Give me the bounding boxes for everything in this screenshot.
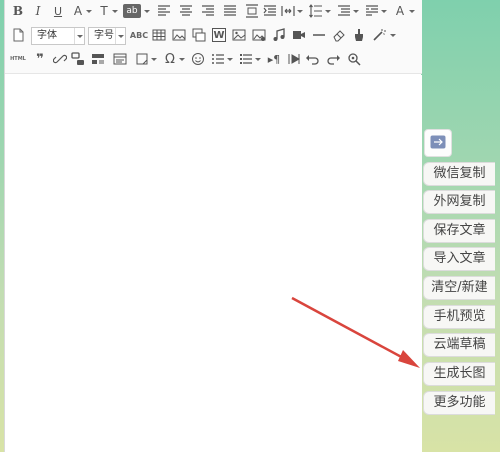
magic-wand-icon[interactable]	[372, 28, 386, 42]
indent-icon[interactable]	[263, 4, 277, 18]
editor-toolbar: B I U A T ab A 字体 字号 ABC W HTML ❞ Ω ▸¶	[5, 0, 422, 116]
video-icon[interactable]	[292, 28, 306, 42]
quote-icon[interactable]: ❞	[33, 52, 47, 67]
letter-spacing-icon[interactable]	[365, 4, 379, 18]
emoji-icon[interactable]	[191, 52, 205, 66]
bold-icon[interactable]: B	[11, 4, 25, 18]
link-icon[interactable]	[53, 52, 67, 66]
font-size-select[interactable]: 字号	[88, 27, 126, 45]
align-right-icon[interactable]	[201, 4, 215, 18]
paragraph-spacing-dropdown-caret[interactable]	[353, 10, 359, 13]
underline-icon[interactable]: U	[51, 4, 65, 18]
line-height-icon[interactable]	[309, 4, 323, 18]
unordered-list-icon[interactable]	[239, 52, 253, 66]
rich-text-editor: B I U A T ab A 字体 字号 ABC W HTML ❞ Ω ▸¶	[4, 0, 422, 452]
undo-icon[interactable]	[305, 52, 319, 66]
more-features-button[interactable]: 更多功能	[423, 391, 495, 415]
unlink-icon[interactable]	[71, 52, 85, 66]
frame-dropdown-caret[interactable]	[151, 58, 157, 61]
highlight-icon[interactable]: ab	[123, 4, 141, 18]
ordered-list-icon[interactable]	[211, 52, 225, 66]
generate-long-image-button[interactable]: 生成长图	[423, 362, 495, 386]
paragraph-mark-icon[interactable]: ▸¶	[267, 52, 281, 66]
format-brush-icon[interactable]	[352, 28, 366, 42]
music-icon[interactable]	[272, 28, 286, 42]
toolbar-row-3: HTML ❞ Ω ▸¶	[5, 48, 422, 116]
layout-icon[interactable]	[113, 52, 127, 66]
multi-image-icon[interactable]	[192, 28, 206, 42]
align-center-icon[interactable]	[179, 4, 193, 18]
search-replace-icon[interactable]	[347, 52, 361, 66]
mobile-preview-button[interactable]: 手机预览	[423, 305, 495, 329]
highlight-dropdown-caret[interactable]	[144, 10, 150, 13]
toolbar-row-2: 字体 字号 ABC W	[5, 24, 422, 48]
special-char-icon[interactable]: Ω	[163, 52, 177, 67]
save-article-button[interactable]: 保存文章	[423, 219, 495, 243]
spellcheck-icon[interactable]: ABC	[130, 28, 148, 42]
margin-icon[interactable]	[281, 4, 295, 18]
text-background-icon[interactable]: T	[97, 4, 111, 18]
insert-picture-icon[interactable]	[232, 28, 246, 42]
paragraph-spacing-icon[interactable]	[337, 4, 351, 18]
word-import-icon[interactable]: W	[212, 28, 226, 42]
new-document-icon[interactable]	[11, 28, 25, 42]
clear-format-icon[interactable]: A	[393, 4, 407, 18]
eraser-icon[interactable]	[332, 28, 346, 42]
redo-icon[interactable]	[327, 52, 341, 66]
font-color-dropdown-caret[interactable]	[86, 10, 92, 13]
image-icon[interactable]	[172, 28, 186, 42]
toolbar-row-1: B I U A T ab A	[5, 0, 422, 24]
line-height-dropdown-caret[interactable]	[325, 10, 331, 13]
align-justify-icon[interactable]	[223, 4, 237, 18]
margin-dropdown-caret[interactable]	[297, 10, 303, 13]
import-article-button[interactable]: 导入文章	[423, 247, 495, 271]
chevron-down-icon	[115, 28, 125, 44]
chevron-down-icon	[74, 28, 84, 44]
cloud-draft-button[interactable]: 云端草稿	[423, 333, 495, 357]
indent-center-icon[interactable]	[245, 4, 259, 18]
external-copy-button[interactable]: 外网复制	[423, 190, 495, 214]
magic-wand-dropdown-caret[interactable]	[390, 34, 396, 37]
font-family-select[interactable]: 字体	[31, 27, 85, 45]
panel-toggle-icon	[430, 134, 446, 153]
gallery-icon[interactable]	[252, 28, 266, 42]
clear-format-dropdown-caret[interactable]	[409, 10, 415, 13]
ltr-icon[interactable]	[287, 52, 301, 66]
clear-new-button[interactable]: 清空/新建	[423, 276, 495, 300]
wechat-copy-button[interactable]: 微信复制	[423, 162, 495, 186]
letter-spacing-dropdown-caret[interactable]	[381, 10, 387, 13]
editor-content-area[interactable]	[5, 75, 422, 452]
html-source-icon[interactable]: HTML	[9, 52, 27, 66]
side-panel-toggle[interactable]	[424, 129, 452, 157]
special-char-dropdown-caret[interactable]	[179, 58, 185, 61]
horizontal-rule-icon[interactable]	[312, 28, 326, 42]
align-left-icon[interactable]	[157, 4, 171, 18]
template-icon[interactable]	[91, 52, 105, 66]
table-icon[interactable]	[152, 28, 166, 42]
ordered-list-dropdown-caret[interactable]	[227, 58, 233, 61]
italic-icon[interactable]: I	[31, 4, 45, 18]
frame-icon[interactable]	[135, 52, 149, 66]
unordered-list-dropdown-caret[interactable]	[255, 58, 261, 61]
text-background-dropdown-caret[interactable]	[112, 10, 118, 13]
font-color-icon[interactable]: A	[71, 4, 85, 18]
